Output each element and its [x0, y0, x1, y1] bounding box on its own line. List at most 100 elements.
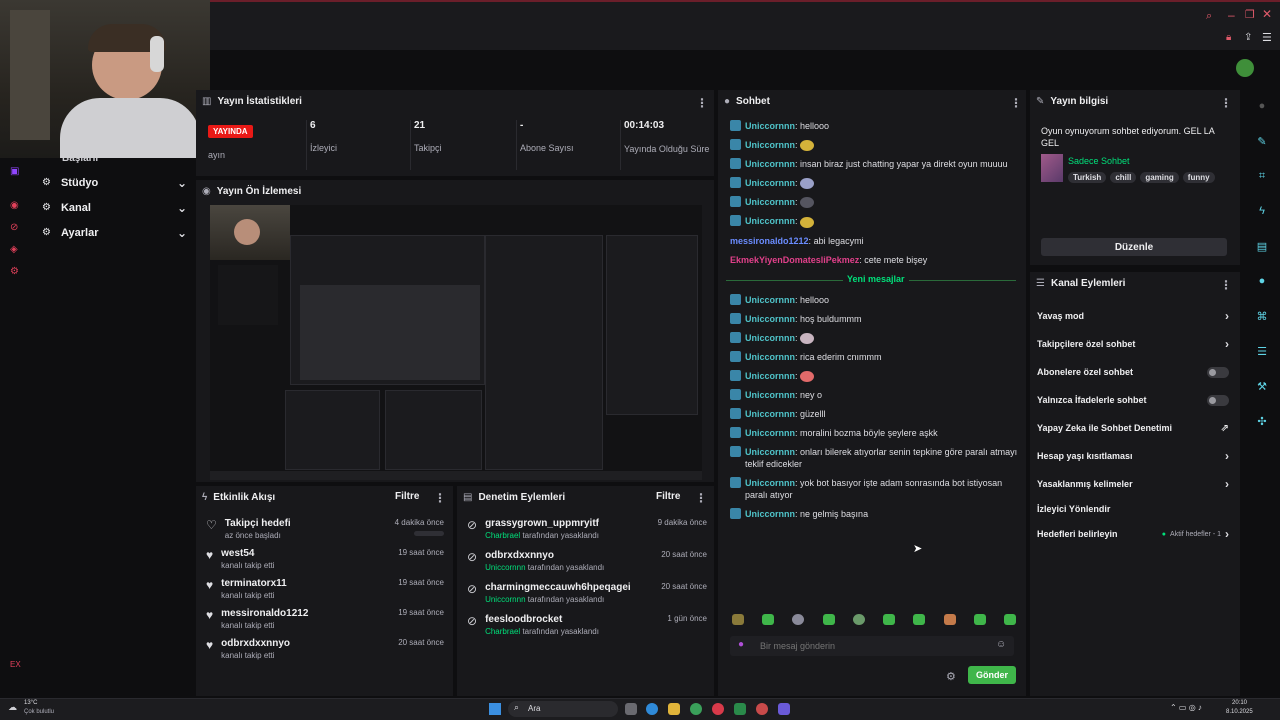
minimize-icon[interactable]: ⌕: [1206, 10, 1212, 23]
sidebar-item-settings[interactable]: ⚙︎ Ayarlar ⌄: [42, 220, 187, 245]
list-icon: ☰: [1036, 278, 1045, 289]
send-button[interactable]: Gönder: [968, 666, 1016, 684]
chat-input-box[interactable]: ● ☺: [730, 636, 1014, 656]
stream-info-more-icon[interactable]: ⋮: [1220, 96, 1232, 110]
chat-username[interactable]: Uniccornnn: [745, 333, 795, 343]
chat-username[interactable]: Uniccornnn: [745, 314, 795, 324]
avatar[interactable]: [1236, 59, 1254, 77]
chat-username[interactable]: EkmekYiyenDomatesliPekmez: [730, 255, 859, 265]
chat-username[interactable]: messironaldo1212: [730, 236, 809, 246]
chat-more-icon[interactable]: ⋮: [1010, 96, 1022, 110]
taskview-icon[interactable]: [625, 703, 637, 715]
menu-icon[interactable]: ☰: [1262, 31, 1272, 44]
chat-input[interactable]: [760, 638, 990, 654]
share-icon[interactable]: ⇪: [1244, 32, 1252, 43]
emote-icon[interactable]: [913, 614, 926, 625]
alert-icon[interactable]: ◈: [10, 244, 18, 255]
emote-icon[interactable]: [1003, 614, 1016, 625]
chat-username[interactable]: Uniccornnn: [745, 409, 795, 419]
chat-username[interactable]: Uniccornnn: [745, 178, 795, 188]
app-icon[interactable]: [756, 703, 768, 715]
cog-icon[interactable]: ⚙︎: [10, 266, 19, 277]
subscribers-only-toggle[interactable]: [1207, 366, 1229, 378]
excel-icon[interactable]: [734, 703, 746, 715]
chat-username[interactable]: Uniccornnn: [745, 390, 795, 400]
channel-actions-more-icon[interactable]: ⋮: [1220, 278, 1232, 292]
stream-preview-video[interactable]: [210, 205, 702, 480]
controller-icon[interactable]: ⌘: [1254, 308, 1270, 324]
chat-username[interactable]: Uniccornnn: [745, 352, 795, 362]
opera-icon[interactable]: [712, 703, 724, 715]
moderation-filter-button[interactable]: Filtre: [656, 491, 680, 502]
chat-username[interactable]: Uniccornnn: [745, 140, 795, 150]
chat-panel: ● Sohbet ⋮ Uniccornnn: hellooo Uniccornnn…: [718, 90, 1026, 696]
raid-item[interactable]: İzleyici Yönlendir: [1037, 498, 1229, 520]
pen-icon[interactable]: ✎: [1254, 133, 1270, 149]
circle-icon[interactable]: ◉: [10, 200, 19, 211]
chat-icon[interactable]: ●: [1254, 273, 1270, 289]
tray-icons[interactable]: ⌃ ▭ ◎ ♪: [1170, 703, 1202, 712]
lock-icon[interactable]: 🔒︎: [1226, 32, 1231, 43]
edit-stream-info-button[interactable]: Düzenle: [1041, 238, 1227, 256]
emote-icon[interactable]: [792, 614, 805, 625]
emote-icon[interactable]: [852, 614, 865, 625]
emote-icon[interactable]: [883, 614, 896, 625]
stats-more-icon[interactable]: ⋮: [696, 96, 708, 110]
activity-filter-button[interactable]: Filtre: [395, 491, 419, 502]
wrench-icon[interactable]: ⚒: [1254, 378, 1270, 394]
tag[interactable]: Turkish: [1068, 172, 1107, 183]
list-icon[interactable]: ☰: [1254, 343, 1270, 359]
bottom-rail-icon[interactable]: EX: [10, 660, 21, 669]
tag[interactable]: gaming: [1140, 172, 1179, 183]
account-age-item[interactable]: Hesap yaşı kısıtlaması ›: [1037, 442, 1229, 470]
emote-only-toggle[interactable]: [1207, 394, 1229, 406]
folder-icon[interactable]: [668, 703, 680, 715]
chat-username[interactable]: Uniccornnn: [745, 295, 795, 305]
ai-moderation-item[interactable]: Yapay Zeka ile Sohbet Denetimi ⇗: [1037, 414, 1229, 442]
goals-item[interactable]: Hedefleri belirleyin ● Aktif hedefler - 1…: [1037, 520, 1229, 548]
chat-username[interactable]: Uniccornnn: [745, 447, 795, 457]
maximize-button[interactable]: ❐: [1245, 8, 1255, 21]
emoji-picker-icon[interactable]: ☺: [996, 639, 1006, 650]
chat-username[interactable]: Uniccornnn: [745, 509, 795, 519]
followers-only-item[interactable]: Takipçilere özel sohbet ›: [1037, 330, 1229, 358]
weather-icon[interactable]: ☁︎: [8, 702, 17, 713]
twitch-icon[interactable]: ▣: [10, 166, 19, 177]
slow-mode-item[interactable]: Yavaş mod ›: [1037, 302, 1229, 330]
dot-icon[interactable]: ●: [1254, 98, 1270, 114]
chat-username[interactable]: Uniccornnn: [745, 216, 795, 226]
minimize-button[interactable]: –: [1228, 8, 1235, 22]
moderation-more-icon[interactable]: ⋮: [695, 491, 707, 505]
document-icon[interactable]: ▤: [1254, 238, 1270, 254]
emote-icon[interactable]: [732, 614, 744, 625]
chat-username[interactable]: Uniccornnn: [745, 428, 795, 438]
microphone-icon[interactable]: ●: [738, 639, 744, 650]
chat-username[interactable]: Uniccornnn: [745, 159, 795, 169]
tag[interactable]: funny: [1182, 172, 1215, 183]
chat-username[interactable]: Uniccornnn: [745, 371, 795, 381]
sidebar-item-channel[interactable]: ⚙︎ Kanal ⌄: [42, 195, 187, 220]
link-icon[interactable]: ⊘: [10, 222, 18, 233]
teams-icon[interactable]: [778, 703, 790, 715]
tag[interactable]: chill: [1110, 172, 1137, 183]
chat-username[interactable]: Uniccornnn: [745, 478, 795, 488]
bolt-icon[interactable]: ϟ: [1254, 203, 1270, 219]
category-name[interactable]: Sadece Sohbet: [1068, 156, 1130, 166]
chat-username[interactable]: Uniccornnn: [745, 197, 795, 207]
taskbar-search[interactable]: ⌕ Ara: [508, 701, 618, 717]
plugin-icon[interactable]: ✣: [1254, 413, 1270, 429]
banned-words-item[interactable]: Yasaklanmış kelimeler ›: [1037, 470, 1229, 498]
emote-icon[interactable]: [822, 614, 835, 625]
close-button[interactable]: ✕: [1262, 7, 1272, 21]
emote-icon[interactable]: [762, 614, 775, 625]
sidebar-item-studio[interactable]: ⚙︎ Stüdyo ⌄: [42, 170, 187, 195]
activity-more-icon[interactable]: ⋮: [434, 491, 446, 505]
emote-icon[interactable]: [973, 614, 986, 625]
emote-icon[interactable]: [943, 614, 956, 625]
chat-username[interactable]: Uniccornnn: [745, 121, 795, 131]
crop-icon[interactable]: ⌗: [1254, 168, 1270, 184]
chat-settings-icon[interactable]: ⚙︎: [946, 670, 956, 683]
chrome-icon[interactable]: [690, 703, 702, 715]
edge-icon[interactable]: [646, 703, 658, 715]
start-button[interactable]: [489, 703, 501, 715]
